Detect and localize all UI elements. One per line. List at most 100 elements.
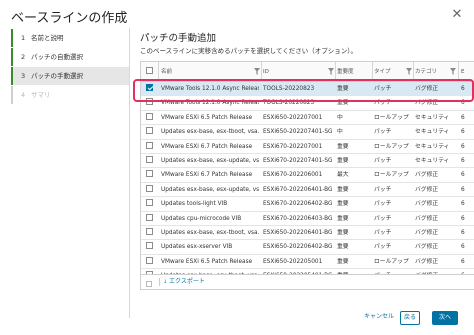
cell-name: Updates esx-base, esx-tboot, vsa... xyxy=(161,229,259,236)
cell-severity: 最大 xyxy=(337,172,349,179)
table-row[interactable]: Updates esx-xserver VIB ESXi650-202206402… xyxy=(141,240,474,255)
row-checkbox[interactable] xyxy=(146,140,156,154)
page-description: このベースラインに実移含めるパッチを選択してください（オプション）。 xyxy=(140,47,358,55)
table-row[interactable]: VMware ESXi 6.7 Patch Release ESXi670-202… xyxy=(141,140,474,154)
step-label: 名前と説明 xyxy=(31,34,64,42)
cell-severity: 重要 xyxy=(337,229,349,236)
cell-category: バグ修正 xyxy=(415,258,439,265)
cell-name: VMware ESXi 6.7 Patch Release xyxy=(161,172,253,179)
row-checkbox[interactable] xyxy=(146,183,156,197)
row-checkbox[interactable] xyxy=(146,212,156,226)
step-number: 1 xyxy=(21,34,26,42)
cell-extra: 6 xyxy=(461,201,465,208)
cell-id: ESXi650-202206401-BG xyxy=(263,229,333,236)
cell-id: ESXi670-202207401-SG xyxy=(263,157,333,164)
grid-body: VMware Tools 12.1.0 Async Release TOOLS-2… xyxy=(141,82,474,274)
step-summary: 4 サマリ xyxy=(11,86,129,104)
cell-extra: 6 xyxy=(461,244,465,251)
filter-icon[interactable] xyxy=(450,68,456,75)
back-button[interactable]: 戻る xyxy=(400,311,420,325)
table-row[interactable]: Updates cpu-microcode VIB ESXi670-2022064… xyxy=(141,212,474,226)
cell-extra: 6 xyxy=(461,186,465,193)
close-icon[interactable]: ✕ xyxy=(450,8,464,22)
cancel-button[interactable]: キャンセル xyxy=(362,311,396,325)
row-checkbox[interactable] xyxy=(146,226,156,240)
cell-extra: 6 xyxy=(461,172,465,179)
cell-severity: 重要 xyxy=(337,244,349,251)
cell-category: バグ修正 xyxy=(415,186,439,193)
step-label: サマリ xyxy=(31,91,51,99)
cell-extra: 6 xyxy=(461,258,465,265)
cell-category: セキュリティ xyxy=(415,157,450,164)
cell-extra: 6 xyxy=(461,157,465,164)
wizard-steps: 1 名前と説明 2 パッチの自動選択 3 パッチの手動選択 4 サマリ xyxy=(11,28,130,318)
table-row[interactable]: Updates esx-base, esx-tboot, vsa... ESXi6… xyxy=(141,226,474,241)
step-label: パッチの手動選択 xyxy=(31,72,83,80)
cell-type: パッチ xyxy=(374,201,392,208)
export-icon: ↓ xyxy=(163,279,168,285)
cell-severity: 重要 xyxy=(337,258,349,265)
cell-category: セキュリティ xyxy=(415,129,450,136)
row-checkbox[interactable] xyxy=(146,111,156,125)
cell-category: バグ修正 xyxy=(415,215,439,222)
cell-extra: 6 xyxy=(461,129,465,136)
cell-name: Updates cpu-microcode VIB xyxy=(161,215,242,222)
cell-name: Updates esx-base, esx-tboot, vsa... xyxy=(161,129,259,136)
cell-severity: 中 xyxy=(337,129,343,136)
cell-category: バグ修正 xyxy=(415,244,439,251)
cell-type: パッチ xyxy=(374,186,392,193)
row-checkbox[interactable] xyxy=(146,168,156,182)
table-row[interactable]: VMware ESXi 6.5 Patch Release ESXi650-202… xyxy=(141,111,474,126)
cell-type: パッチ xyxy=(374,129,392,136)
table-row[interactable]: Updates tools-light VIB ESXi670-202206402… xyxy=(141,197,474,212)
cell-extra: 6 xyxy=(461,215,465,222)
table-row[interactable]: VMware ESXi 6.5 Patch Release ESXi650-202… xyxy=(141,255,474,270)
cell-id: ESXi670-202206401-BG xyxy=(263,186,333,193)
cell-name: VMware ESXi 6.7 Patch Release xyxy=(161,143,253,150)
cell-name: Updates esx-xserver VIB xyxy=(161,244,233,251)
filter-icon[interactable] xyxy=(254,68,260,75)
cell-id: ESXi650-202207001 xyxy=(263,114,323,121)
step-number: 3 xyxy=(21,72,26,80)
grid-footer: ↓ エクスポート xyxy=(140,275,474,290)
cell-extra: 6 xyxy=(461,114,465,121)
cell-category: セキュリティ xyxy=(415,143,450,150)
row-checkbox[interactable] xyxy=(146,125,156,139)
create-baseline-dialog: ベースラインの作成 ✕ 1 名前と説明 2 パッチの自動選択 3 パッチの手動選択 4… xyxy=(0,0,474,335)
cell-id: ESXi670-202206403-BG xyxy=(263,215,333,222)
row-checkbox[interactable] xyxy=(146,154,156,168)
cell-category: セキュリティ xyxy=(415,114,450,121)
cell-name: VMware ESXi 6.5 Patch Release xyxy=(161,258,253,265)
step-auto-select-patches[interactable]: 2 パッチの自動選択 xyxy=(11,48,129,66)
cell-name: Updates tools-light VIB xyxy=(161,201,228,208)
step-number: 4 xyxy=(21,91,26,99)
step-manual-select-patches[interactable]: 3 パッチの手動選択 xyxy=(11,67,129,85)
table-row[interactable]: Updates esx-base, esx-tboot, vsa... ESXi6… xyxy=(141,125,474,140)
cell-severity: 重要 xyxy=(337,201,349,208)
footer-select-checkbox[interactable] xyxy=(146,278,152,292)
export-link[interactable]: エクスポート xyxy=(169,275,205,289)
cell-severity: 重要 xyxy=(337,186,349,193)
cell-type: ロールアップ xyxy=(374,172,409,179)
filter-icon[interactable] xyxy=(406,68,412,75)
cell-name: VMware ESXi 6.5 Patch Release xyxy=(161,114,253,121)
cell-type: パッチ xyxy=(374,215,392,222)
step-name-description[interactable]: 1 名前と説明 xyxy=(11,29,129,47)
row-checkbox[interactable] xyxy=(146,240,156,254)
cell-id: ESXi670-202207001 xyxy=(263,143,323,150)
cell-severity: 中 xyxy=(337,114,343,121)
footer-divider xyxy=(159,278,160,286)
selection-highlight xyxy=(133,79,474,102)
step-number: 2 xyxy=(21,53,26,61)
cell-type: パッチ xyxy=(374,229,392,236)
row-checkbox[interactable] xyxy=(146,255,156,269)
filter-icon[interactable] xyxy=(328,68,334,75)
next-button[interactable]: 次へ xyxy=(432,311,458,325)
cell-severity: 重要 xyxy=(337,157,349,164)
table-row[interactable]: VMware ESXi 6.7 Patch Release ESXi670-202… xyxy=(141,168,474,183)
table-row[interactable]: Updates esx-base, esx-update, vs... ESXi6… xyxy=(141,154,474,169)
table-row[interactable]: Updates esx-base, esx-update, vs... ESXi6… xyxy=(141,183,474,198)
row-checkbox[interactable] xyxy=(146,197,156,211)
cell-extra: 6 xyxy=(461,229,465,236)
cell-severity: 重要 xyxy=(337,143,349,150)
